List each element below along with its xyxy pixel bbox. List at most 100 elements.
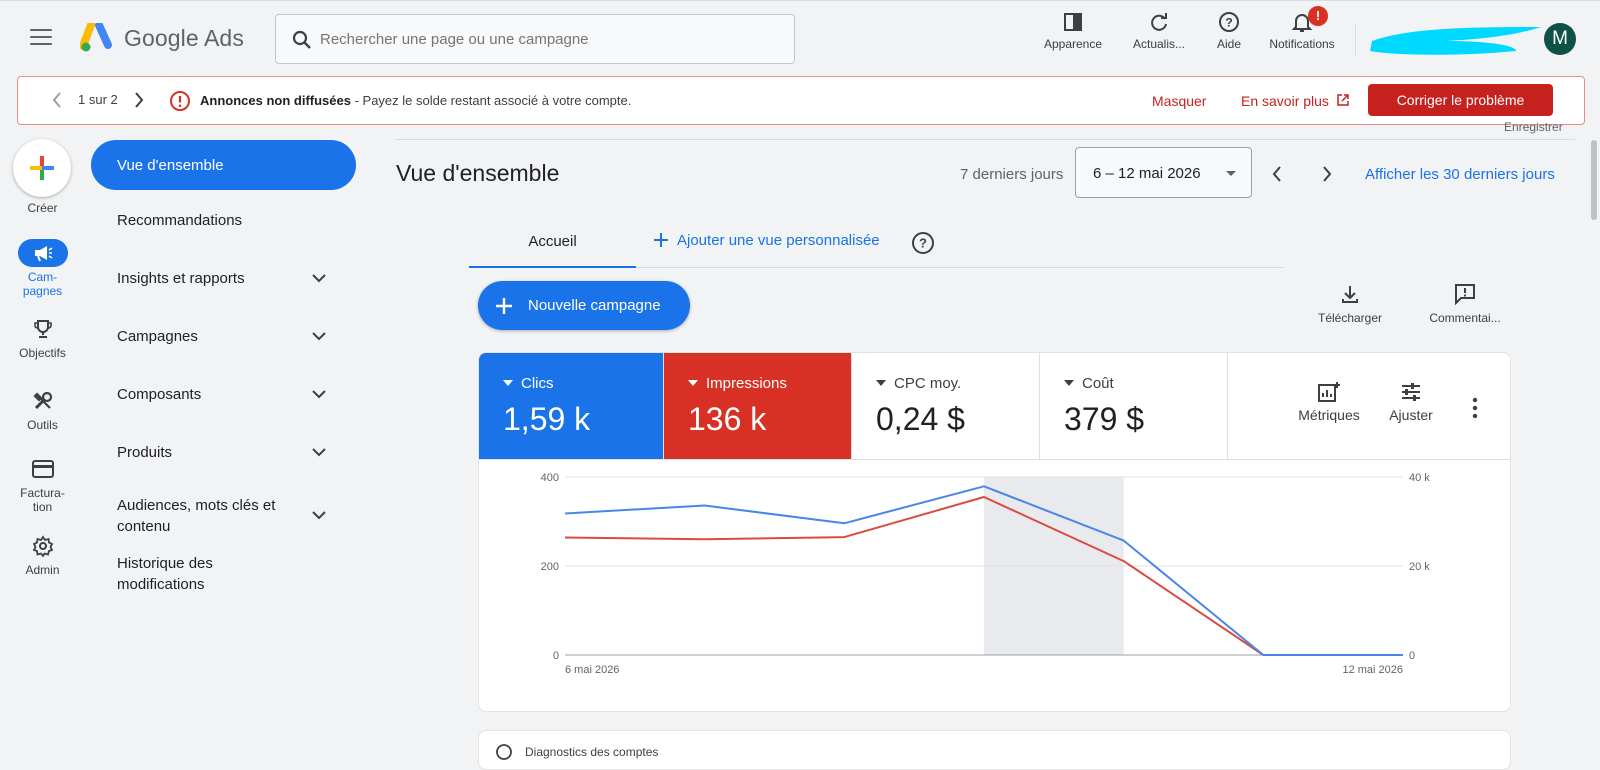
svg-text:?: ? <box>1225 16 1232 30</box>
view-tabs: Accueil Ajouter une vue personnalisée ? <box>469 218 1284 268</box>
adjust-button-label: Ajuster <box>1389 407 1433 423</box>
nav-label: Composants <box>117 386 202 403</box>
metric-impressions[interactable]: Impressions 136 k <box>664 353 852 459</box>
page-title: Vue d'ensemble <box>396 160 560 186</box>
date-range-select[interactable]: 6 – 12 mai 2026 <box>1075 147 1252 198</box>
nav-item-recommendations[interactable]: Recommandations <box>91 208 356 238</box>
rail-label-objectives: Objectifs <box>19 346 66 360</box>
chart-x-tick-label: 12 mai 2026 <box>1342 664 1403 676</box>
metric-cost[interactable]: Coût 379 $ <box>1040 353 1228 459</box>
metric-avg-cpc-label: CPC moy. <box>876 375 961 392</box>
tab-home[interactable]: Accueil <box>469 218 636 268</box>
nav-item-products[interactable]: Produits <box>91 440 356 470</box>
metric-avg-cpc[interactable]: CPC moy. 0,24 $ <box>852 353 1040 459</box>
nav-item-overview[interactable]: Vue d'ensemble <box>91 140 356 190</box>
chevron-right-icon[interactable] <box>1320 163 1334 185</box>
header-divider <box>1355 23 1356 57</box>
download-label: Télécharger <box>1317 311 1383 325</box>
rail-label-billing: Factura- <box>20 486 65 500</box>
brand-name: Google Ads <box>124 25 244 51</box>
dismiss-link[interactable]: Masquer <box>1152 93 1206 109</box>
alert-banner: 1 sur 2 Annonces non diffusées - Payez l… <box>17 76 1585 125</box>
metric-clicks-label: Clics <box>503 375 554 392</box>
error-icon <box>170 91 190 111</box>
rail-label-admin: Admin <box>25 563 60 577</box>
nav-item-change-history[interactable]: Historique des modifications <box>91 551 356 597</box>
refresh-icon <box>1151 13 1167 31</box>
rail-pill <box>18 532 68 560</box>
metrics-button[interactable]: Métriques <box>1293 381 1365 423</box>
rail-label-tools: Outils <box>27 418 58 432</box>
nav-label: Historique des modifications <box>117 555 213 593</box>
rail-item-objectives[interactable]: Objectifs <box>0 315 85 360</box>
scrollbar-thumb[interactable] <box>1591 140 1597 220</box>
performance-card: Clics 1,59 k Impressions 136 k CPC moy. … <box>478 352 1511 712</box>
metric-clicks-name: Clics <box>521 375 554 392</box>
trophy-icon <box>33 320 52 338</box>
alert-title: Annonces non diffusées <box>200 93 351 108</box>
alert-detail: - Payez le solde restant associé à votre… <box>350 93 632 108</box>
help-icon[interactable]: ? <box>911 231 935 255</box>
sliders-icon <box>1402 383 1420 401</box>
date-range-label: 7 derniers jours <box>960 166 1064 183</box>
search-box[interactable] <box>275 14 795 64</box>
menu-icon[interactable] <box>30 29 52 47</box>
google-ads-logo <box>80 23 112 52</box>
avatar[interactable]: M <box>1544 23 1576 55</box>
performance-chart: 400 40 k 200 20 k 0 0 6 mai 2026 12 mai 2026 <box>541 472 1431 676</box>
save-ghost-text: Enregistrer <box>1504 120 1563 134</box>
rail-item-tools[interactable]: Outils <box>0 387 85 432</box>
chart-y-left-tick: 200 <box>541 561 559 573</box>
chevron-down-icon <box>312 332 326 341</box>
help-icon: ? <box>1219 12 1239 32</box>
metric-clicks[interactable]: Clics 1,59 k <box>479 353 664 459</box>
comment-button[interactable]: Commentai... <box>1420 283 1510 325</box>
learn-more-link[interactable]: En savoir plus <box>1241 93 1349 109</box>
nav-item-campaigns[interactable]: Campagnes <box>91 324 356 354</box>
tools-icon <box>32 391 52 410</box>
new-campaign-button[interactable]: Nouvelle campagne <box>478 281 690 330</box>
chart-x-tick-label: 6 mai 2026 <box>565 664 619 676</box>
refresh-button[interactable]: Actualis... <box>1128 11 1190 51</box>
appearance-label: Apparence <box>1043 37 1103 51</box>
nav-label: Insights et rapports <box>117 270 245 287</box>
nav-item-audiences[interactable]: Audiences, mots clés et contenu <box>91 493 356 539</box>
appearance-button[interactable]: Apparence <box>1040 11 1106 51</box>
last-30-days-link[interactable]: Afficher les 30 derniers jours <box>1365 166 1555 183</box>
alert-message: Annonces non diffusées - Payez le solde … <box>200 93 631 108</box>
help-button[interactable]: ? Aide <box>1212 11 1246 51</box>
create-button[interactable] <box>13 139 71 197</box>
fix-problem-button[interactable]: Corriger le problème <box>1368 84 1553 116</box>
chevron-left-icon[interactable] <box>51 90 63 110</box>
notification-badge: ! <box>1308 6 1328 26</box>
search-input[interactable] <box>320 25 780 53</box>
chevron-left-icon[interactable] <box>1270 163 1284 185</box>
notifications-button[interactable]: Notifications ! <box>1262 6 1342 51</box>
rail-label-campaigns-2: pagnes <box>22 284 63 298</box>
metric-cost-name: Coût <box>1082 375 1114 392</box>
diagnostics-icon <box>496 744 512 760</box>
nav-label: Vue d'ensemble <box>117 157 224 174</box>
chevron-down-icon <box>312 511 326 520</box>
tab-add-custom-view[interactable]: Ajouter une vue personnalisée <box>653 232 880 249</box>
nav-label: Produits <box>117 444 173 461</box>
metric-cost-label: Coût <box>1064 375 1114 392</box>
nav-item-insights[interactable]: Insights et rapports <box>91 266 356 296</box>
download-button[interactable]: Télécharger <box>1310 283 1390 325</box>
new-campaign-label: Nouvelle campagne <box>528 297 661 314</box>
date-range-value: 6 – 12 mai 2026 <box>1093 165 1201 182</box>
search-icon <box>292 30 311 49</box>
external-link-icon <box>1337 94 1349 106</box>
chevron-right-icon[interactable] <box>133 90 145 110</box>
adjust-button[interactable]: Ajuster <box>1383 381 1439 423</box>
account-diagnostics-card[interactable]: Diagnostics des comptes <box>478 730 1511 770</box>
nav-item-assets[interactable]: Composants <box>91 382 356 412</box>
rail-item-admin[interactable]: Admin <box>0 532 85 577</box>
rail-label-billing-2: tion <box>32 500 53 514</box>
card-divider <box>479 459 1510 460</box>
rail-item-billing[interactable]: Factura- tion <box>0 455 85 514</box>
rail-item-campaigns[interactable]: Cam- pagnes <box>0 239 85 298</box>
account-redaction <box>1370 27 1541 55</box>
more-vert-icon[interactable] <box>1471 397 1479 419</box>
rail-pill <box>18 387 68 415</box>
